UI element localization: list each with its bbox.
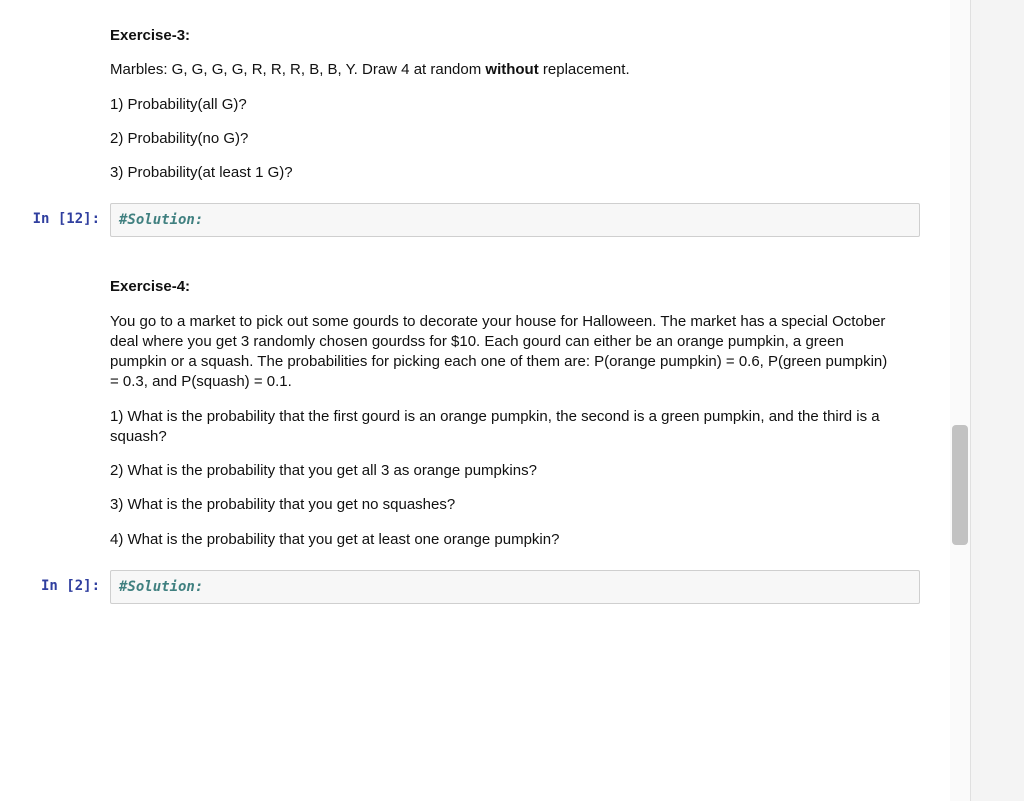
code-input-area[interactable]: #Solution: <box>110 570 920 604</box>
exercise-3-q3: 3) Probability(at least 1 G)? <box>110 163 900 183</box>
code-comment: #Solution: <box>119 212 203 228</box>
exercise-3-title: Exercise-3: <box>110 26 900 46</box>
code-input-area[interactable]: #Solution: <box>110 203 920 237</box>
exercise-4-title: Exercise-4: <box>110 277 900 297</box>
markdown-cell-exercise-4[interactable]: Exercise-4: You go to a market to pick o… <box>110 251 910 566</box>
exercise-3-premise: Marbles: G, G, G, G, R, R, R, B, B, Y. D… <box>110 60 900 80</box>
code-cell-2[interactable]: In [2]: #Solution: <box>0 570 950 604</box>
exercise-4-q2: 2) What is the probability that you get … <box>110 461 900 481</box>
notebook-viewport: Exercise-3: Marbles: G, G, G, G, R, R, R… <box>0 0 950 801</box>
markdown-content: Exercise-3: Marbles: G, G, G, G, R, R, R… <box>110 2 910 197</box>
outer-page-background <box>970 0 1024 801</box>
exercise-4-q3: 3) What is the probability that you get … <box>110 495 900 515</box>
exercise-4-premise: You go to a market to pick out some gour… <box>110 312 900 393</box>
scrollbar-thumb[interactable] <box>952 425 968 545</box>
code-cell-12[interactable]: In [12]: #Solution: <box>0 203 950 237</box>
exercise-3-q1: 1) Probability(all G)? <box>110 95 900 115</box>
input-prompt: In [2]: <box>0 570 110 595</box>
markdown-cell-exercise-3[interactable]: Exercise-3: Marbles: G, G, G, G, R, R, R… <box>110 0 910 199</box>
code-comment: #Solution: <box>119 579 203 595</box>
input-prompt: In [12]: <box>0 203 110 228</box>
markdown-content: Exercise-4: You go to a market to pick o… <box>110 253 910 564</box>
exercise-3-q2: 2) Probability(no G)? <box>110 129 900 149</box>
exercise-4-q1: 1) What is the probability that the firs… <box>110 407 900 448</box>
scrollbar-track[interactable] <box>950 0 970 801</box>
exercise-4-q4: 4) What is the probability that you get … <box>110 530 900 550</box>
